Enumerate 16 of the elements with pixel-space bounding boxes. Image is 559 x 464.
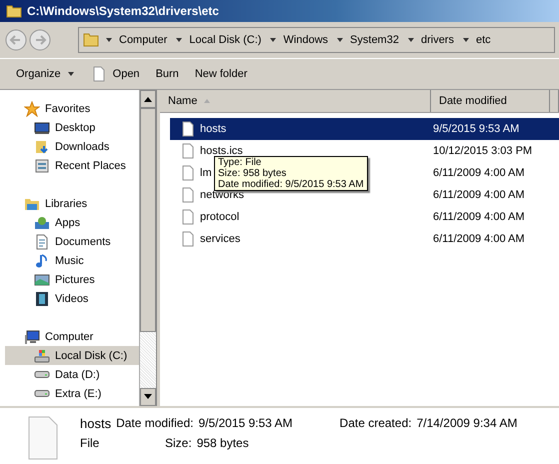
window-title: C:\Windows\System32\drivers\etc	[27, 4, 219, 18]
date-cell-text: 6/11/2009 4:00 AM	[433, 232, 526, 247]
date-cell-text: 10/12/2015 3:03 PM	[433, 144, 534, 159]
detail-value: 7/14/2009 9:34 AM	[416, 416, 518, 431]
detail-label: Date created:	[340, 416, 412, 431]
detail-value: 958 bytes	[196, 436, 249, 450]
date-cell-text: 6/11/2009 4:00 AM	[433, 166, 526, 181]
date-cell: 9/5/2015 9:53 AM	[433, 118, 559, 140]
date-cell-text: 6/11/2009 4:00 AM	[433, 210, 526, 225]
file-type: File	[80, 436, 100, 450]
tooltip: Type: File Size: 958 bytes Date modified: 9/5/2015 9:53 AM	[214, 156, 368, 191]
file-name: hosts	[80, 416, 112, 431]
detail-label: Date modified:	[116, 416, 194, 431]
detail-value: 9/5/2015 9:53 AM	[198, 416, 293, 431]
date-cell-text: 6/11/2009 4:00 AM	[433, 188, 526, 203]
detail-label: Size:	[165, 436, 192, 450]
